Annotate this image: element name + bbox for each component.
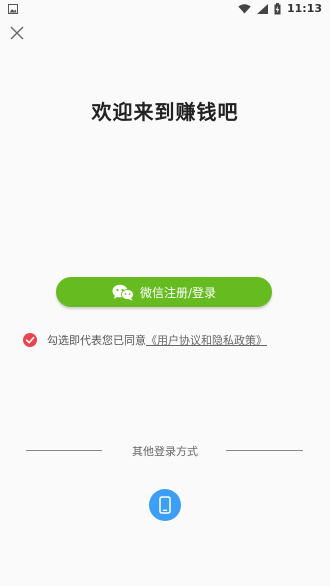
signal-icon (256, 3, 268, 14)
wechat-icon (112, 284, 134, 301)
phone-icon (159, 496, 171, 514)
agreement-row: 勾选即代表您已同意 《用户协议和隐私政策》 (23, 332, 267, 348)
phone-login-button[interactable] (149, 489, 181, 521)
agreement-text: 勾选即代表您已同意 (47, 334, 146, 347)
wechat-login-label: 微信注册/登录 (139, 285, 217, 300)
agreement-checkbox-icon[interactable] (23, 333, 37, 347)
close-icon[interactable] (8, 24, 26, 42)
other-login-label: 其他登录方式 (132, 445, 198, 458)
divider-right (226, 450, 303, 451)
privacy-policy-link[interactable]: 《用户协议和隐私政策》 (146, 332, 267, 348)
wifi-icon (238, 3, 251, 13)
status-time: 11:13 (286, 2, 322, 15)
wechat-login-button[interactable]: 微信注册/登录 (56, 277, 272, 307)
welcome-title: 欢迎来到赚钱吧 (91, 100, 239, 124)
image-icon (8, 4, 18, 14)
battery-charging-icon (274, 2, 281, 14)
status-bar: 11:13 (0, 0, 330, 18)
